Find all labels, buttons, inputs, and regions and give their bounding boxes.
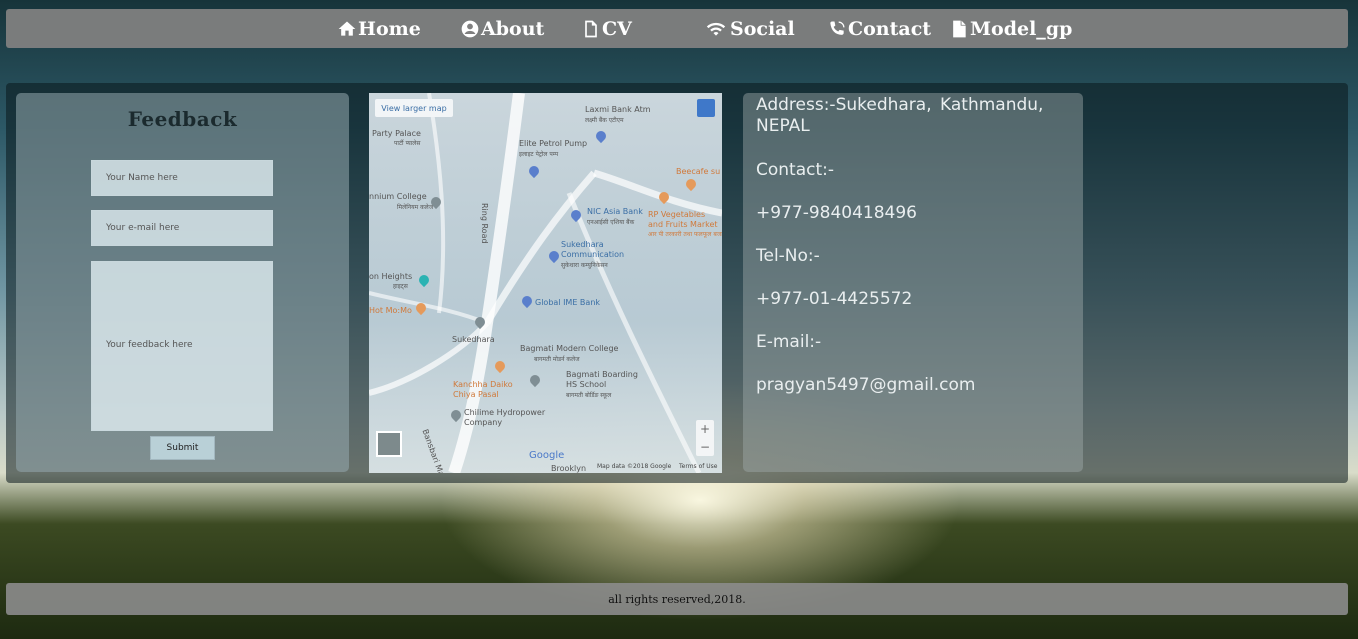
document-icon	[953, 20, 966, 37]
map-label: पार्टी प्यालेस	[394, 140, 421, 147]
map-label: Hot Mo:Mo	[369, 306, 412, 315]
map-label: Sukedhara	[452, 335, 495, 344]
phone-icon	[830, 21, 845, 35]
copyright-text: all rights reserved,2018.	[608, 592, 746, 606]
nav-contact-label: Contact	[848, 17, 932, 40]
map-label: Beecafe su	[676, 167, 721, 176]
satellite-toggle-thumbnail[interactable]	[376, 431, 402, 457]
map-label: Global IME Bank	[535, 298, 601, 307]
wifi-icon	[706, 22, 726, 36]
nav-home[interactable]: Home	[337, 9, 421, 48]
zoom-out-button[interactable]: −	[696, 438, 714, 456]
map-label: Party Palace	[372, 129, 421, 138]
map-label: and Fruits Market	[648, 220, 718, 229]
top-navigation: Home About CV Social Contact Model_gp	[6, 9, 1348, 48]
email-address: pragyan5497@gmail.com	[756, 375, 976, 395]
name-input[interactable]	[91, 160, 273, 196]
map-label: मिलेनियम कलेज	[397, 204, 434, 211]
nav-model-gp-label: Model_gp	[970, 17, 1073, 40]
map-label: Ring Road	[480, 203, 489, 244]
mobile-number: +977-9840418496	[756, 203, 917, 223]
map-label: इलाइट पेट्रोल पम्प	[519, 151, 559, 158]
map-label: लक्ष्मी बैंक एटीएम	[585, 117, 624, 124]
nav-social[interactable]: Social	[703, 9, 795, 48]
address-text: Address:-Sukedhara, Kathmandu, NEPAL	[756, 95, 1044, 136]
map-label: RP Vegetables	[648, 210, 706, 219]
nav-home-label: Home	[358, 17, 421, 40]
map-label: NIC Asia Bank	[587, 207, 643, 216]
map-label: Elite Petrol Pump	[519, 139, 588, 148]
main-panel: Feedback Submit View larger map Laxmi Ba…	[6, 83, 1348, 483]
nav-contact[interactable]: Contact	[827, 9, 931, 48]
file-icon	[585, 20, 597, 37]
map-label: Company	[464, 418, 503, 427]
zoom-in-button[interactable]: +	[696, 420, 714, 438]
map-label: एनआईसी एशिया बैंक	[587, 219, 635, 226]
map-data-credit: Map data ©2018 Google	[597, 463, 672, 470]
nav-cv[interactable]: CV	[581, 9, 632, 48]
map-label: Bagmati Modern College	[520, 344, 619, 353]
contact-label: Contact:-	[756, 160, 835, 180]
user-icon	[461, 20, 479, 37]
map-label: Kanchha Daiko	[453, 380, 513, 389]
map-label: Chiya Pasal	[453, 390, 499, 399]
map-label: nnium College	[369, 192, 427, 201]
map-label: Laxmi Bank Atm	[585, 105, 651, 114]
feedback-title: Feedback	[127, 107, 238, 131]
nav-about-label: About	[481, 17, 545, 40]
map-label: Bagmati Boarding	[566, 370, 638, 379]
email-input[interactable]	[91, 210, 273, 246]
map-label: HS School	[566, 380, 607, 389]
view-larger-map-link[interactable]: View larger map	[375, 99, 453, 117]
embedded-map[interactable]: View larger map Laxmi Bank Atm लक्ष्मी ब…	[369, 93, 722, 473]
email-label: E-mail:-	[756, 332, 822, 352]
submit-button[interactable]: Submit	[150, 436, 215, 460]
contact-info-panel: Address:-Sukedhara, Kathmandu, NEPAL Con…	[743, 93, 1083, 472]
terms-of-use-link[interactable]: Terms of Use	[679, 463, 717, 470]
home-icon	[338, 21, 356, 36]
feedback-form: Feedback Submit	[16, 93, 349, 472]
map-label: Communication	[561, 250, 625, 259]
footer: all rights reserved,2018.	[6, 583, 1348, 615]
map-label: on Heights	[369, 272, 413, 281]
nav-social-label: Social	[730, 17, 795, 40]
google-logo: Google	[529, 450, 565, 461]
street-view-person-icon[interactable]	[697, 99, 715, 117]
tel-number: +977-01-4425572	[756, 289, 913, 309]
tel-label: Tel-No:-	[756, 246, 820, 266]
map-label: Brooklyn	[551, 464, 587, 473]
map-label: हाइट्स	[393, 283, 408, 290]
map-label: बागमती बोर्डिङ स्कूल	[566, 392, 612, 399]
map-label: सुकेधारा कम्युनिकेसन	[561, 262, 608, 269]
zoom-controls: + −	[696, 420, 714, 456]
map-label: Chilime Hydropower	[464, 408, 546, 417]
map-label: आर पी तरकारी तथा फलफूल बजार	[648, 231, 722, 238]
map-label: Sukedhara	[561, 240, 604, 249]
nav-about[interactable]: About	[460, 9, 544, 48]
nav-cv-label: CV	[602, 17, 632, 40]
map-label: बागमती मोडर्न कलेज	[534, 356, 580, 363]
feedback-textarea[interactable]	[91, 261, 273, 431]
nav-model-gp[interactable]: Model_gp	[949, 9, 1072, 48]
